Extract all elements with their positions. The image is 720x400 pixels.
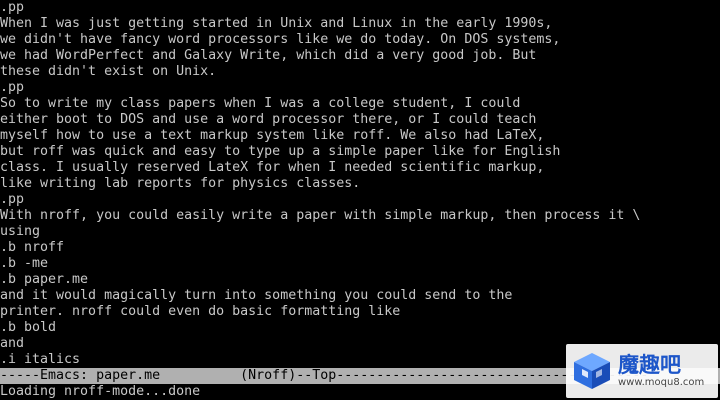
buffer-line: printer. nroff could even do basic forma… — [0, 304, 401, 319]
emacs-terminal: .pp When I was just getting started in Un… — [0, 0, 720, 400]
watermark-url: www.moqu8.com — [618, 377, 705, 388]
buffer-line: .pp — [0, 80, 25, 95]
buffer-line: .pp — [0, 192, 25, 207]
buffer-line: but roff was quick and easy to type up a… — [0, 144, 561, 159]
buffer-line: like writing lab reports for physics cla… — [0, 176, 361, 191]
buffer-line: these didn't exist on Unix. — [0, 64, 217, 79]
watermark-text: 魔趣吧 www.moqu8.com — [618, 353, 704, 389]
buffer-line: With nroff, you could easily write a pap… — [0, 208, 641, 223]
watermark-brand: 魔趣吧 — [618, 353, 681, 377]
buffer-line: myself how to use a text markup system l… — [0, 128, 545, 143]
buffer-line: .b -me — [0, 256, 49, 271]
buffer-line: .b nroff — [0, 240, 65, 255]
buffer-line: we had WordPerfect and Galaxy Write, whi… — [0, 48, 537, 63]
buffer-line: .pp — [0, 0, 25, 15]
buffer-line: When I was just getting started in Unix … — [0, 16, 553, 31]
text-buffer[interactable]: .pp When I was just getting started in Un… — [0, 0, 720, 368]
buffer-line: So to write my class papers when I was a… — [0, 96, 521, 111]
buffer-line: .b paper.me — [0, 272, 89, 287]
buffer-line: .b bold — [0, 320, 57, 335]
buffer-line: either boot to DOS and use a word proces… — [0, 112, 537, 127]
buffer-line: class. I usually reserved LateX for when… — [0, 160, 545, 175]
buffer-line: we didn't have fancy word processors lik… — [0, 32, 561, 47]
watermark: 魔趣吧 www.moqu8.com — [566, 344, 718, 398]
buffer-line: and it would magically turn into somethi… — [0, 288, 513, 303]
buffer-line: using — [0, 224, 41, 239]
cube-logo-icon — [574, 353, 610, 389]
